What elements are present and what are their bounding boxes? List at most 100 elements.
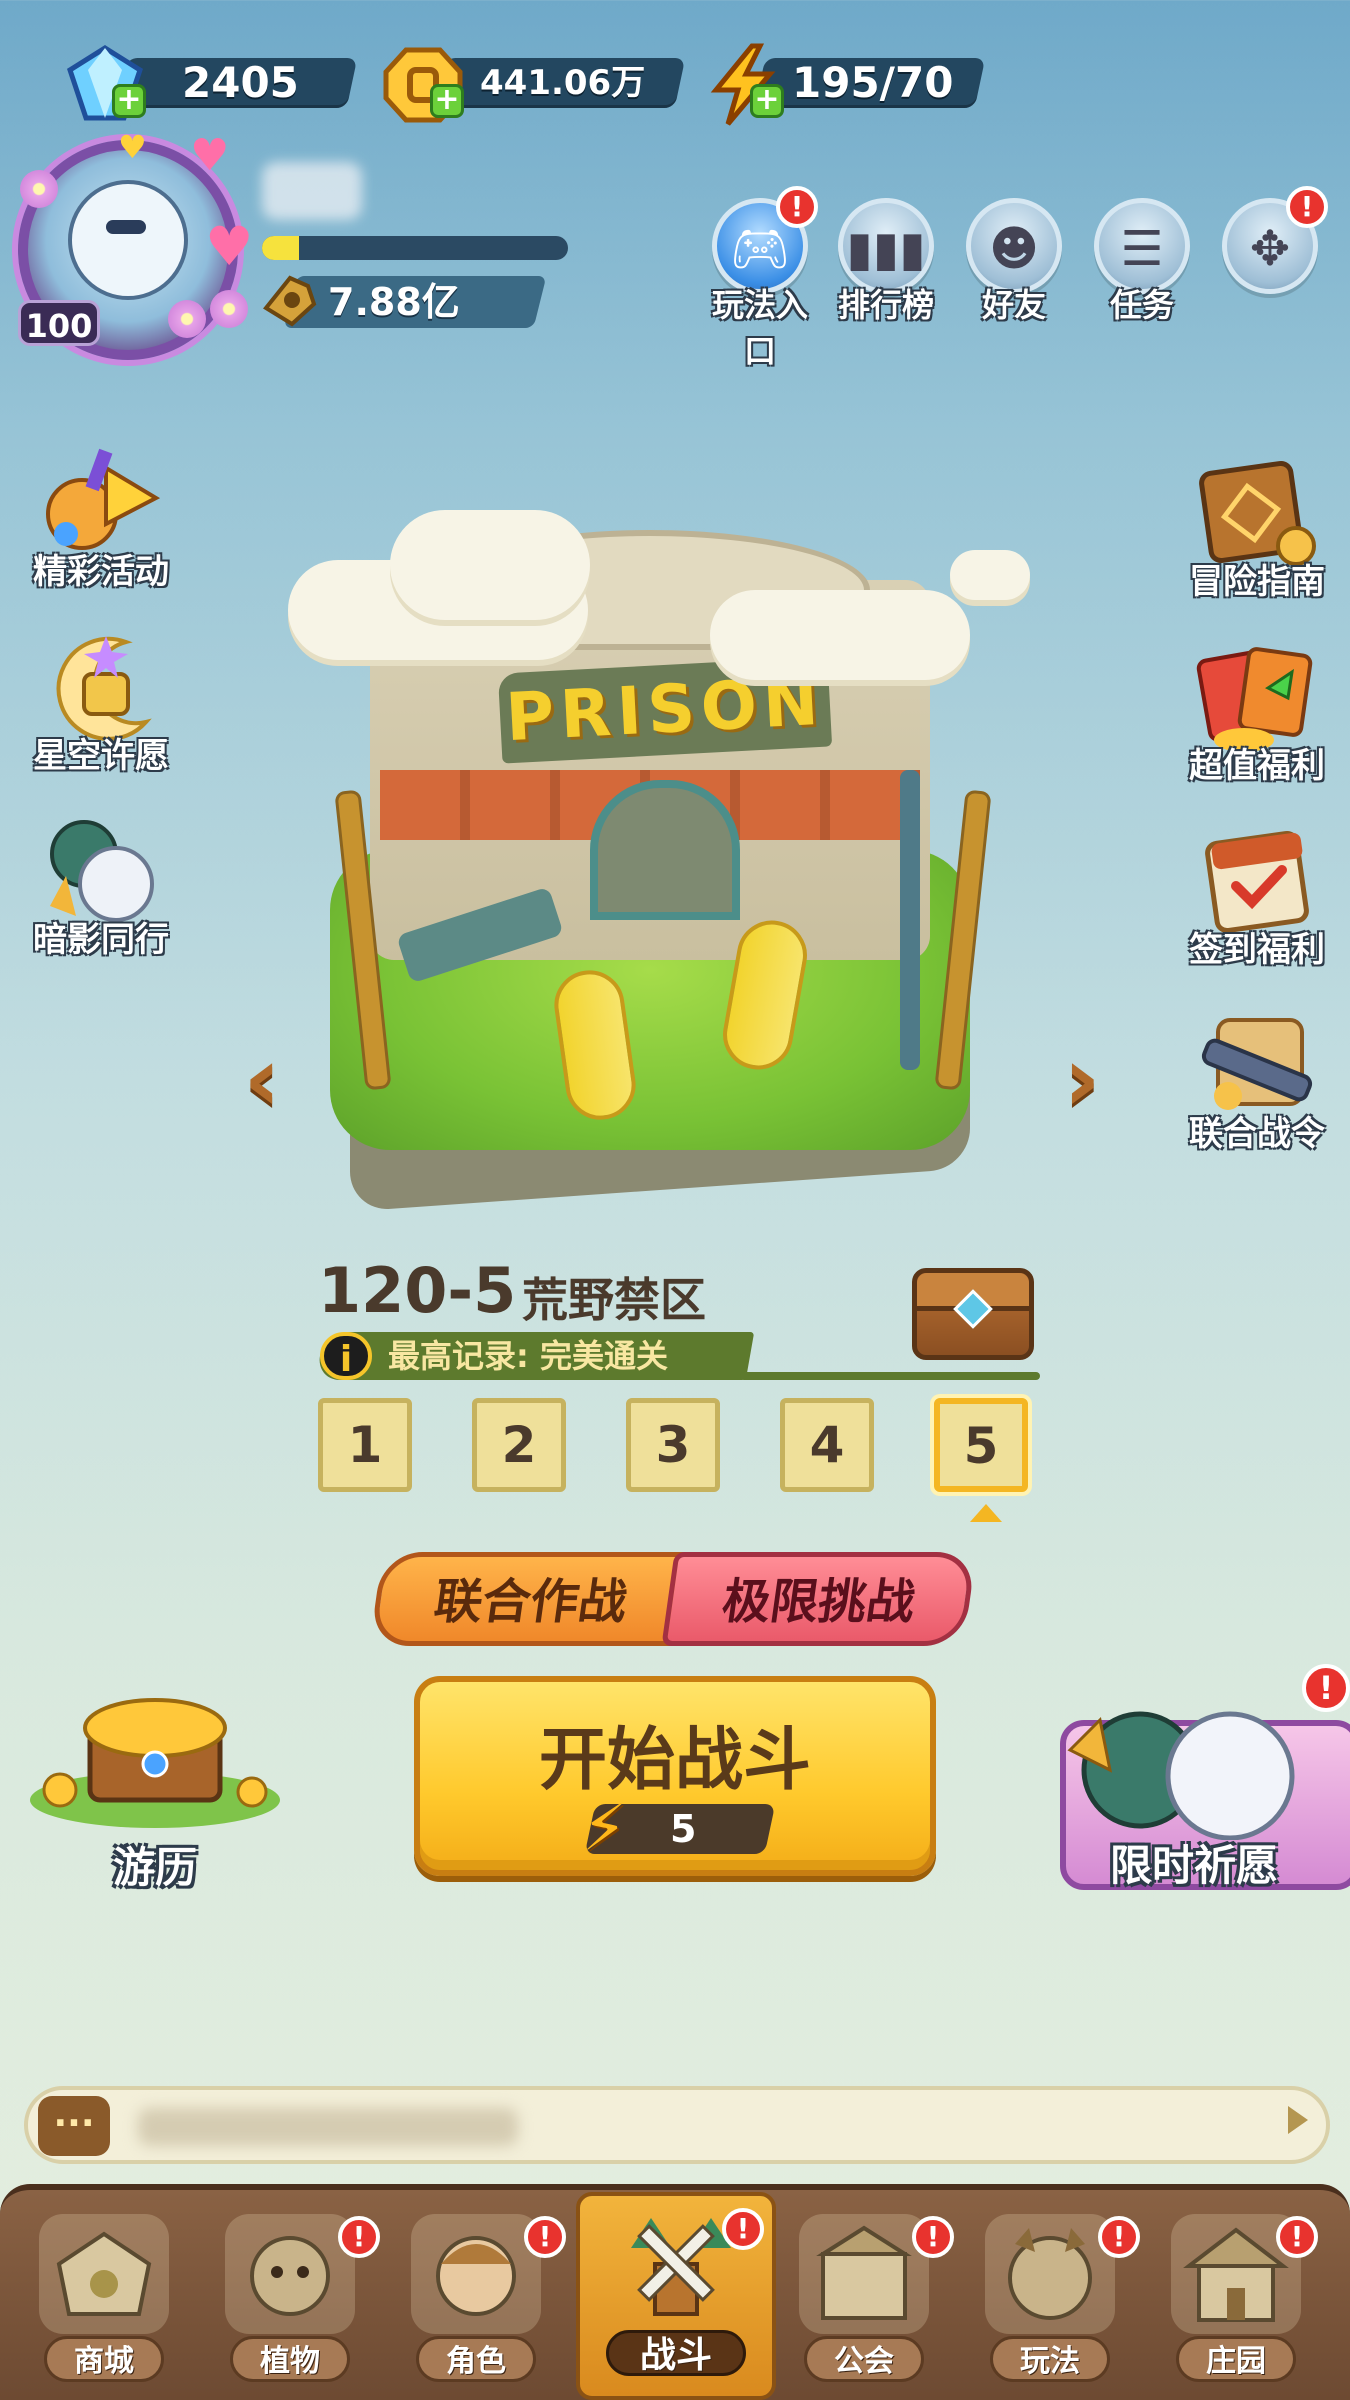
nav-shop[interactable]: 商城: [14, 2196, 194, 2396]
lamp-pole: [900, 770, 920, 1070]
cloud: [390, 510, 590, 620]
player-level: 100: [18, 300, 100, 346]
wave-4[interactable]: 4: [780, 1398, 874, 1492]
stage-name: 荒野禁区: [522, 1273, 706, 1327]
xp-fill: [262, 236, 299, 260]
treasure-chest-icon[interactable]: [912, 1268, 1034, 1360]
start-battle-button[interactable]: 开始战斗 ⚡︎ 5: [414, 1676, 936, 1876]
co-op-battle-tab[interactable]: 联合作战: [369, 1552, 693, 1646]
lightning-icon: ⚡︎: [582, 1792, 627, 1866]
energy-value: 195/70: [792, 58, 954, 107]
character-icon: [411, 2214, 541, 2334]
next-stage-arrow[interactable]: ›: [1052, 1035, 1112, 1125]
shop-icon: [39, 2214, 169, 2334]
wish-characters-icon: [1067, 1711, 1295, 1840]
wave-3[interactable]: 3: [626, 1398, 720, 1492]
notification-badge: !: [912, 2216, 954, 2258]
events-button[interactable]: 精彩活动: [16, 438, 186, 593]
alliance-pass-button[interactable]: 联合战令: [1172, 1000, 1342, 1155]
energy-counter[interactable]: 195/70 +: [700, 43, 1000, 126]
heart-icon: ♥: [118, 128, 147, 166]
energy-cost-value: 5: [670, 1807, 697, 1851]
treasure-pile-icon: [30, 1698, 280, 1828]
notification-badge: !: [1286, 186, 1328, 228]
play-entry-button[interactable]: 🎮︎ 玩法入口 !: [700, 186, 820, 372]
notification-badge: !: [722, 2208, 764, 2250]
best-record-text: 最高记录: 完美通关: [388, 1337, 668, 1375]
wave-5-selected[interactable]: 5: [934, 1398, 1028, 1492]
notification-badge: !: [524, 2216, 566, 2258]
chat-expand-icon[interactable]: [1288, 2106, 1308, 2134]
shadow-companion-button[interactable]: 暗影同行: [16, 806, 186, 961]
nav-characters-label: 角色: [416, 2336, 536, 2382]
xp-bar: [262, 236, 568, 260]
wave-2[interactable]: 2: [472, 1398, 566, 1492]
nav-guild[interactable]: 公会 !: [774, 2196, 954, 2396]
travel-button[interactable]: 游历: [10, 1680, 300, 1900]
combat-power-value: 7.88亿: [328, 280, 460, 324]
coin-counter[interactable]: 441.06万 +: [380, 47, 686, 123]
more-menu-button[interactable]: ✥ !: [1210, 186, 1330, 294]
start-battle-label: 开始战斗: [538, 1721, 811, 1800]
nav-gameplay[interactable]: 玩法 !: [960, 2196, 1140, 2396]
adventure-guide-button[interactable]: 冒险指南: [1172, 448, 1342, 603]
player-name-blurred: [262, 162, 362, 220]
selected-wave-caret: [970, 1504, 1002, 1522]
travel-label: 游历: [112, 1843, 197, 1892]
gameplay-icon: [985, 2214, 1115, 2334]
diamond-counter[interactable]: 2405 +: [62, 45, 362, 121]
add-energy-button[interactable]: +: [750, 84, 784, 118]
leaderboard-label: 排行榜: [837, 286, 934, 324]
prev-stage-arrow[interactable]: ‹: [232, 1035, 292, 1125]
flower-icon: [168, 300, 206, 338]
plants-icon: [225, 2214, 355, 2334]
notification-badge: !: [1302, 1664, 1350, 1712]
add-diamond-button[interactable]: +: [112, 84, 146, 118]
checkin-benefits-button[interactable]: 签到福利: [1172, 816, 1342, 971]
nav-plants[interactable]: 植物 !: [200, 2196, 380, 2396]
chat-bar[interactable]: ···: [24, 2086, 1330, 2164]
friends-label: 好友: [981, 286, 1046, 324]
heart-icon: ♥: [205, 215, 254, 278]
nav-guild-label: 公会: [804, 2336, 924, 2382]
power-icon: [263, 275, 317, 327]
flower-icon: [20, 170, 58, 208]
stage-diorama[interactable]: PRISON: [288, 490, 1050, 1230]
stage-number: 120-5: [318, 1254, 517, 1327]
cloud: [950, 550, 1030, 600]
value-benefits-label: 超值福利: [1189, 746, 1325, 786]
prison-door: [590, 780, 740, 920]
starry-wish-button[interactable]: 星空许愿: [16, 622, 186, 777]
events-label: 精彩活动: [33, 552, 169, 592]
limited-wish-label: 限时祈愿: [1110, 1841, 1279, 1890]
chat-bubble-icon: ···: [38, 2096, 110, 2156]
friends-button[interactable]: ☻ 好友: [954, 198, 1074, 326]
alliance-pass-label: 联合战令: [1189, 1114, 1325, 1154]
add-coin-button[interactable]: +: [430, 84, 464, 118]
stage-progress-line: [740, 1372, 1040, 1380]
tasks-button[interactable]: ☰ 任务: [1082, 198, 1202, 326]
nav-gameplay-label: 玩法: [990, 2336, 1110, 2382]
extreme-challenge-tab[interactable]: 极限挑战: [661, 1552, 977, 1646]
tasks-label: 任务: [1109, 286, 1174, 324]
notification-badge: !: [338, 2216, 380, 2258]
heart-icon: ♥: [190, 130, 230, 181]
info-icon: i: [320, 1332, 372, 1380]
flower-icon: [210, 290, 248, 328]
nav-battle[interactable]: 战斗 !: [586, 2190, 766, 2400]
play-entry-label: 玩法入口: [711, 286, 808, 370]
chat-message-blurred: [138, 2108, 518, 2146]
diamond-value: 2405: [182, 58, 299, 107]
cloud: [710, 590, 970, 680]
nav-manor[interactable]: 庄园 !: [1146, 2196, 1326, 2396]
nav-battle-label: 战斗: [606, 2330, 746, 2376]
shadow-companion-label: 暗影同行: [33, 920, 169, 960]
leaderboard-button[interactable]: ▮▮▮ 排行榜: [826, 198, 946, 326]
checkin-benefits-label: 签到福利: [1189, 930, 1325, 970]
nav-characters[interactable]: 角色 !: [386, 2196, 566, 2396]
limited-wish-button[interactable]: 限时祈愿 !: [1040, 1664, 1350, 1900]
notification-badge: !: [1276, 2216, 1318, 2258]
value-benefits-button[interactable]: 超值福利: [1172, 632, 1342, 787]
wave-1[interactable]: 1: [318, 1398, 412, 1492]
coin-value: 441.06万: [480, 63, 646, 103]
